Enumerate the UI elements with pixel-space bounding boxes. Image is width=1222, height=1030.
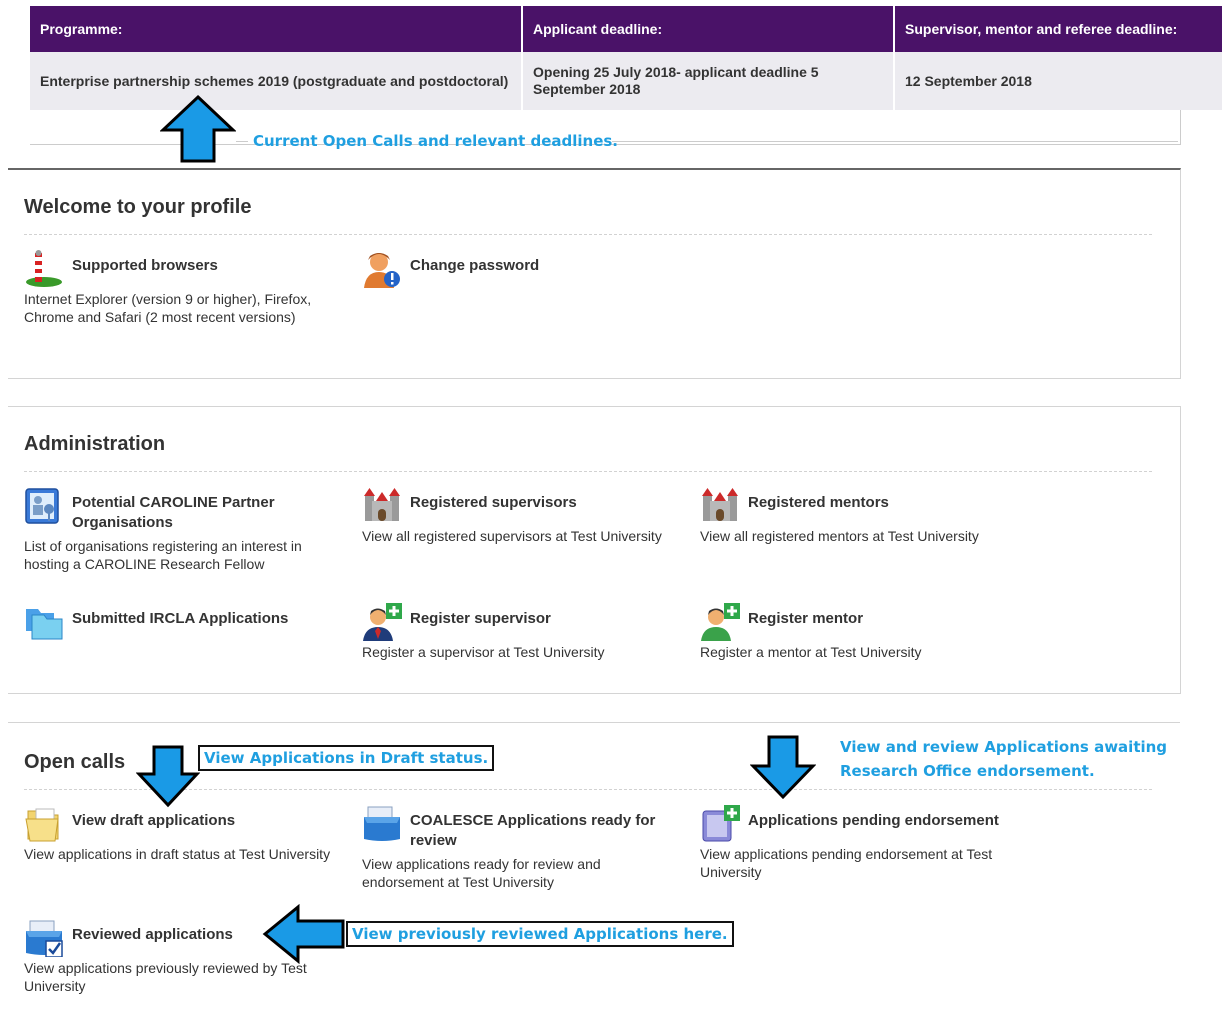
programme-cell: Enterprise partnership schemes 2019 (pos… xyxy=(30,52,523,110)
item-label[interactable]: Potential CAROLINE Partner Organisations xyxy=(72,487,344,533)
registered-mentors-item[interactable]: Registered mentors View all registered m… xyxy=(700,487,1020,545)
add-document-icon xyxy=(702,805,740,842)
item-label[interactable]: Register supervisor xyxy=(410,603,682,629)
item-label[interactable]: Register mentor xyxy=(748,603,1020,629)
item-label[interactable]: Supported browsers xyxy=(72,250,344,276)
register-mentor-item[interactable]: Register mentor Register a mentor at Tes… xyxy=(700,603,1020,661)
castle-icon xyxy=(364,488,400,521)
file-box-icon xyxy=(364,806,400,841)
castle-icon xyxy=(702,488,738,521)
section-title: Administration xyxy=(24,433,166,455)
pending-endorsement-annotation: View and review Applications awaiting Re… xyxy=(840,735,1167,783)
browser-pole-icon xyxy=(26,250,62,287)
registered-supervisors-item[interactable]: Registered supervisors View all register… xyxy=(362,487,682,545)
item-label[interactable]: COALESCE Applications ready for review xyxy=(410,805,682,851)
item-description: Register a supervisor at Test University xyxy=(362,644,605,660)
section-title: Welcome to your profile xyxy=(24,196,252,218)
organisation-directory-icon xyxy=(25,488,59,524)
item-description: View all registered mentors at Test Univ… xyxy=(700,528,979,544)
add-mentor-icon xyxy=(701,603,740,641)
column-header: Applicant deadline: xyxy=(522,6,895,52)
down-arrow-annotation xyxy=(136,745,200,808)
left-arrow-annotation xyxy=(262,904,345,964)
annotation-divider xyxy=(612,141,1178,142)
item-label[interactable]: Registered mentors xyxy=(748,487,1020,513)
item-label[interactable]: Change password xyxy=(410,250,682,276)
draft-status-annotation: View Applications in Draft status. xyxy=(198,745,495,771)
profile-section: Welcome to your profile Supported browse… xyxy=(8,168,1181,379)
item-description: View applications previously reviewed by… xyxy=(24,960,307,994)
item-label[interactable]: Applications pending endorsement xyxy=(748,805,1020,831)
annotation-line: Research Office endorsement. xyxy=(840,762,1095,780)
item-description: View applications ready for review and e… xyxy=(362,856,601,890)
item-description: View applications in draft status at Tes… xyxy=(24,846,331,862)
annotation-line: View and review Applications awaiting xyxy=(840,738,1168,756)
pending-endorsement-item[interactable]: Applications pending endorsement View ap… xyxy=(700,805,1020,881)
section-title: Open calls xyxy=(24,751,126,773)
annotation-divider xyxy=(236,141,248,142)
up-arrow-annotation xyxy=(160,94,236,163)
supervisor-deadline-cell: 12 September 2018 xyxy=(894,52,1222,110)
column-header: Programme: xyxy=(30,6,523,52)
item-description: List of organisations registering an int… xyxy=(24,538,302,572)
table-header-row: Programme: Applicant deadline: Superviso… xyxy=(30,6,1222,52)
folders-icon xyxy=(26,609,63,640)
item-label[interactable]: View draft applications xyxy=(72,805,344,831)
supported-browsers-item[interactable]: Supported browsers Internet Explorer (ve… xyxy=(24,250,344,326)
item-description: Internet Explorer (version 9 or higher),… xyxy=(24,291,312,325)
add-supervisor-icon xyxy=(363,603,402,641)
change-password-item[interactable]: Change password xyxy=(362,250,682,288)
down-arrow-annotation xyxy=(750,735,816,800)
section-divider xyxy=(24,471,1152,472)
reviewed-applications-annotation: View previously reviewed Applications he… xyxy=(346,921,734,947)
item-label[interactable]: Submitted IRCLA Applications xyxy=(72,603,344,629)
coalesce-review-item[interactable]: COALESCE Applications ready for review V… xyxy=(362,805,682,891)
partner-organisations-item[interactable]: Potential CAROLINE Partner Organisations… xyxy=(24,487,344,573)
administration-section: Administration Potential CAROLINE Partne… xyxy=(8,406,1181,694)
draft-folder-icon xyxy=(25,808,59,842)
column-header: Supervisor, mentor and referee deadline: xyxy=(894,6,1222,52)
open-calls-annotation: Current Open Calls and relevant deadline… xyxy=(253,132,619,150)
item-description: View all registered supervisors at Test … xyxy=(362,528,662,544)
applicant-deadline-cell: Opening 25 July 2018- applicant deadline… xyxy=(522,52,895,110)
user-alert-icon xyxy=(364,253,400,288)
item-description: View applications pending endorsement at… xyxy=(700,846,993,880)
checked-box-icon xyxy=(26,920,63,957)
draft-applications-item[interactable]: View draft applications View application… xyxy=(24,805,344,863)
section-divider xyxy=(24,234,1152,235)
submitted-ircla-item[interactable]: Submitted IRCLA Applications xyxy=(24,603,344,640)
item-label[interactable]: Registered supervisors xyxy=(410,487,682,513)
register-supervisor-item[interactable]: Register supervisor Register a superviso… xyxy=(362,603,682,661)
item-description: Register a mentor at Test University xyxy=(700,644,922,660)
